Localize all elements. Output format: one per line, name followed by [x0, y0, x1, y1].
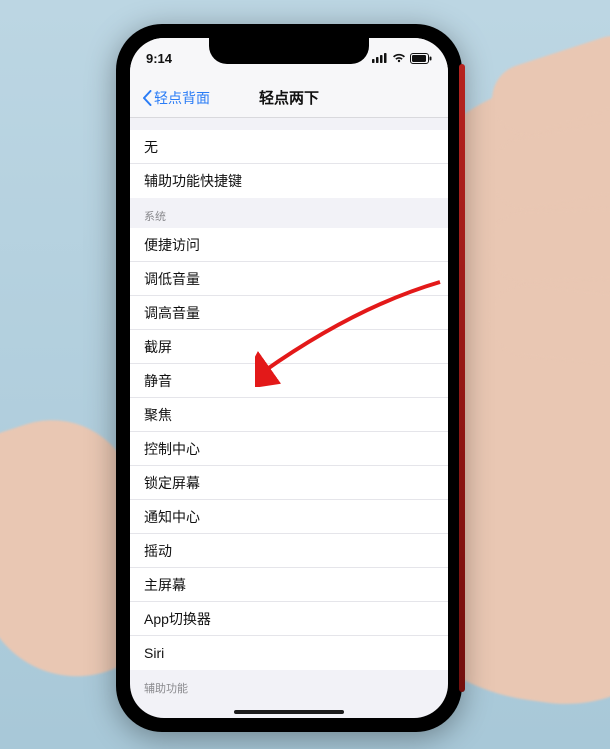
- option-shake[interactable]: 摇动: [130, 534, 448, 568]
- row-label: 调低音量: [144, 269, 200, 289]
- option-volume-up[interactable]: 调高音量: [130, 296, 448, 330]
- row-label: 聚焦: [144, 405, 172, 425]
- back-label: 轻点背面: [154, 88, 210, 108]
- row-label: 调高音量: [144, 303, 200, 323]
- back-button[interactable]: 轻点背面: [136, 78, 216, 117]
- option-siri[interactable]: Siri: [130, 636, 448, 670]
- row-label: Siri: [144, 645, 164, 661]
- option-spotlight[interactable]: 聚焦: [130, 398, 448, 432]
- option-app-switcher[interactable]: App切换器: [130, 602, 448, 636]
- home-indicator[interactable]: [234, 710, 344, 714]
- option-control-center[interactable]: 控制中心: [130, 432, 448, 466]
- chevron-left-icon: [142, 90, 152, 106]
- section-header-accessibility: 辅助功能: [130, 670, 448, 700]
- row-label: 辅助功能快捷键: [144, 171, 242, 191]
- option-lock-screen[interactable]: 锁定屏幕: [130, 466, 448, 500]
- option-none[interactable]: 无: [130, 130, 448, 164]
- row-label: 摇动: [144, 541, 172, 561]
- row-label: 主屏幕: [144, 575, 186, 595]
- option-mute[interactable]: 静音: [130, 364, 448, 398]
- wifi-icon: [392, 53, 406, 63]
- row-label: 便捷访问: [144, 235, 200, 255]
- row-label: 通知中心: [144, 507, 200, 527]
- notch: [209, 38, 369, 64]
- row-label: App切换器: [144, 609, 211, 629]
- section-header-system: 系统: [130, 198, 448, 228]
- option-notification-center[interactable]: 通知中心: [130, 500, 448, 534]
- option-accessibility-shortcut[interactable]: 辅助功能快捷键: [130, 164, 448, 198]
- row-label: 截屏: [144, 337, 172, 357]
- group-general: 无 辅助功能快捷键: [130, 130, 448, 198]
- signal-icon: [372, 53, 388, 63]
- status-time: 9:14: [146, 51, 172, 66]
- option-home[interactable]: 主屏幕: [130, 568, 448, 602]
- phone-screen: 9:14: [130, 38, 448, 718]
- row-label: 锁定屏幕: [144, 473, 200, 493]
- option-reachability[interactable]: 便捷访问: [130, 228, 448, 262]
- group-system: 便捷访问 调低音量 调高音量 截屏 静音 聚焦 控制中心 锁定屏幕 通知中心 摇…: [130, 228, 448, 670]
- battery-icon: [410, 53, 432, 64]
- row-label: 静音: [144, 371, 172, 391]
- row-label: 控制中心: [144, 439, 200, 459]
- phone-frame: 9:14: [116, 24, 462, 732]
- row-label: 无: [144, 137, 158, 157]
- nav-bar: 轻点背面 轻点两下: [130, 78, 448, 118]
- status-indicators: [372, 53, 432, 64]
- option-screenshot[interactable]: 截屏: [130, 330, 448, 364]
- option-volume-down[interactable]: 调低音量: [130, 262, 448, 296]
- settings-content[interactable]: 无 辅助功能快捷键 系统 便捷访问 调低音量 调高音量 截屏 静音 聚焦 控制中…: [130, 118, 448, 718]
- page-title: 轻点两下: [259, 87, 319, 108]
